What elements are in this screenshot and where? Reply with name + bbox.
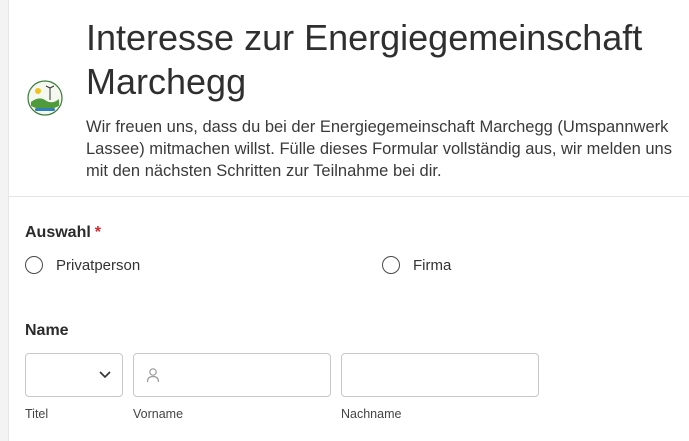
first-name-caption: Vorname (133, 407, 184, 421)
energy-community-logo-icon (27, 80, 63, 116)
form-description: Wir freuen uns, dass du bei der Energieg… (86, 118, 672, 180)
first-name-input[interactable] (134, 354, 330, 396)
radio-label-firma: Firma (413, 256, 452, 274)
title-caption: Titel (25, 407, 49, 421)
radio-label-privatperson: Privatperson (56, 256, 141, 274)
radio-circle[interactable] (382, 256, 400, 274)
auswahl-question: Auswahl * (25, 224, 101, 242)
last-name-caption: Nachname (341, 407, 402, 421)
last-name-input[interactable] (342, 354, 538, 396)
first-name-field[interactable] (133, 353, 331, 397)
auswahl-label: Auswahl (25, 224, 91, 241)
person-icon (146, 368, 160, 383)
radio-privatperson[interactable]: Privatperson (25, 256, 140, 274)
name-label: Name (25, 322, 69, 339)
radio-firma[interactable]: Firma (382, 256, 451, 274)
header-divider (8, 196, 689, 197)
last-name-field[interactable] (341, 353, 539, 397)
required-marker: * (94, 224, 102, 241)
chevron-down-icon[interactable] (98, 368, 112, 382)
form-title: Interesse zur Energiegemeinschaft Marche… (86, 17, 643, 102)
form-header: Interesse zur Energiegemeinschaft Marche… (8, 0, 689, 196)
title-select[interactable] (25, 353, 123, 397)
radio-circle[interactable] (25, 256, 43, 274)
